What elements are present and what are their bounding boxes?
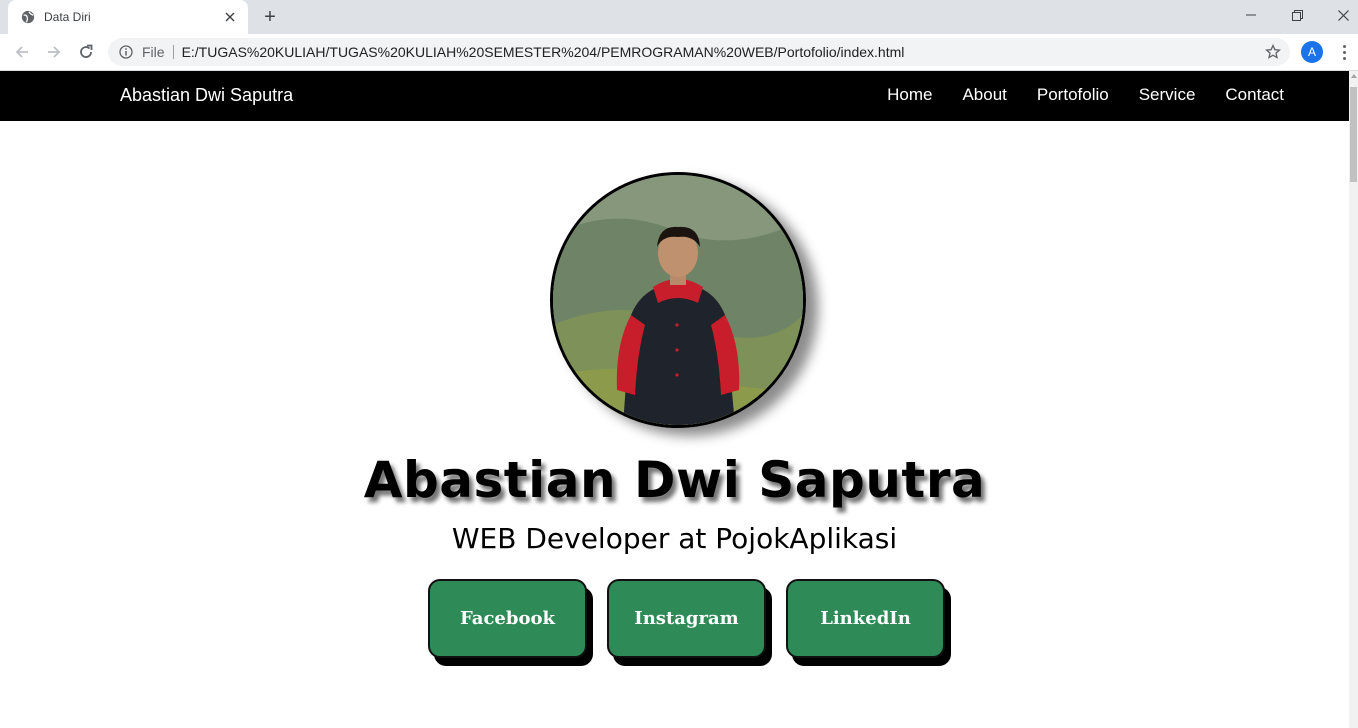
tab-title: Data Diri <box>44 10 91 24</box>
reload-icon[interactable] <box>74 40 98 64</box>
restore-icon[interactable] <box>1274 0 1320 30</box>
window-close-icon[interactable] <box>1320 0 1358 30</box>
new-tab-button[interactable]: + <box>258 6 282 28</box>
url-text[interactable]: E:/TUGAS%20KULIAH/TUGAS%20KULIAH%20SEMES… <box>182 44 905 60</box>
more-menu-icon[interactable] <box>1334 40 1354 64</box>
browser-tabstrip: Data Diri + <box>0 0 1358 34</box>
bookmark-star-icon[interactable] <box>1264 43 1282 61</box>
browser-toolbar: File E:/TUGAS%20KULIAH/TUGAS%20KULIAH%20… <box>0 34 1358 71</box>
site-navbar: Abastian Dwi Saputra Home About Portofol… <box>0 71 1349 121</box>
browser-tab[interactable]: Data Diri <box>8 0 248 34</box>
address-bar[interactable]: File E:/TUGAS%20KULIAH/TUGAS%20KULIAH%20… <box>108 38 1290 66</box>
tab-close-icon[interactable] <box>222 9 238 25</box>
scroll-up-icon[interactable] <box>1351 74 1357 78</box>
nav-link-about[interactable]: About <box>962 85 1006 105</box>
hero-role: WEB Developer at PojokAplikasi <box>451 522 898 555</box>
social-links: Facebook Instagram LinkedIn <box>428 579 945 658</box>
nav-link-home[interactable]: Home <box>887 85 932 105</box>
forward-arrow-icon[interactable] <box>42 40 66 64</box>
facebook-button[interactable]: Facebook <box>428 579 587 658</box>
site-brand[interactable]: Abastian Dwi Saputra <box>120 85 293 106</box>
nav-link-contact[interactable]: Contact <box>1225 85 1284 105</box>
page-viewport: Abastian Dwi Saputra Home About Portofol… <box>0 71 1349 728</box>
site-menu: Home About Portofolio Service Contact <box>887 85 1284 105</box>
linkedin-button[interactable]: LinkedIn <box>786 579 945 658</box>
page-scrollbar[interactable] <box>1349 71 1358 728</box>
info-icon[interactable] <box>118 44 134 60</box>
globe-icon <box>20 9 36 25</box>
minimize-icon[interactable] <box>1228 0 1274 30</box>
profile-avatar[interactable]: A <box>1301 41 1323 63</box>
nav-link-portofolio[interactable]: Portofolio <box>1037 85 1109 105</box>
back-arrow-icon[interactable] <box>10 40 34 64</box>
hero-name: Abastian Dwi Saputra <box>363 451 986 509</box>
nav-link-service[interactable]: Service <box>1139 85 1196 105</box>
scheme-label: File <box>142 45 174 59</box>
scrollbar-thumb[interactable] <box>1350 87 1357 182</box>
profile-photo <box>550 172 806 428</box>
instagram-button[interactable]: Instagram <box>607 579 766 658</box>
